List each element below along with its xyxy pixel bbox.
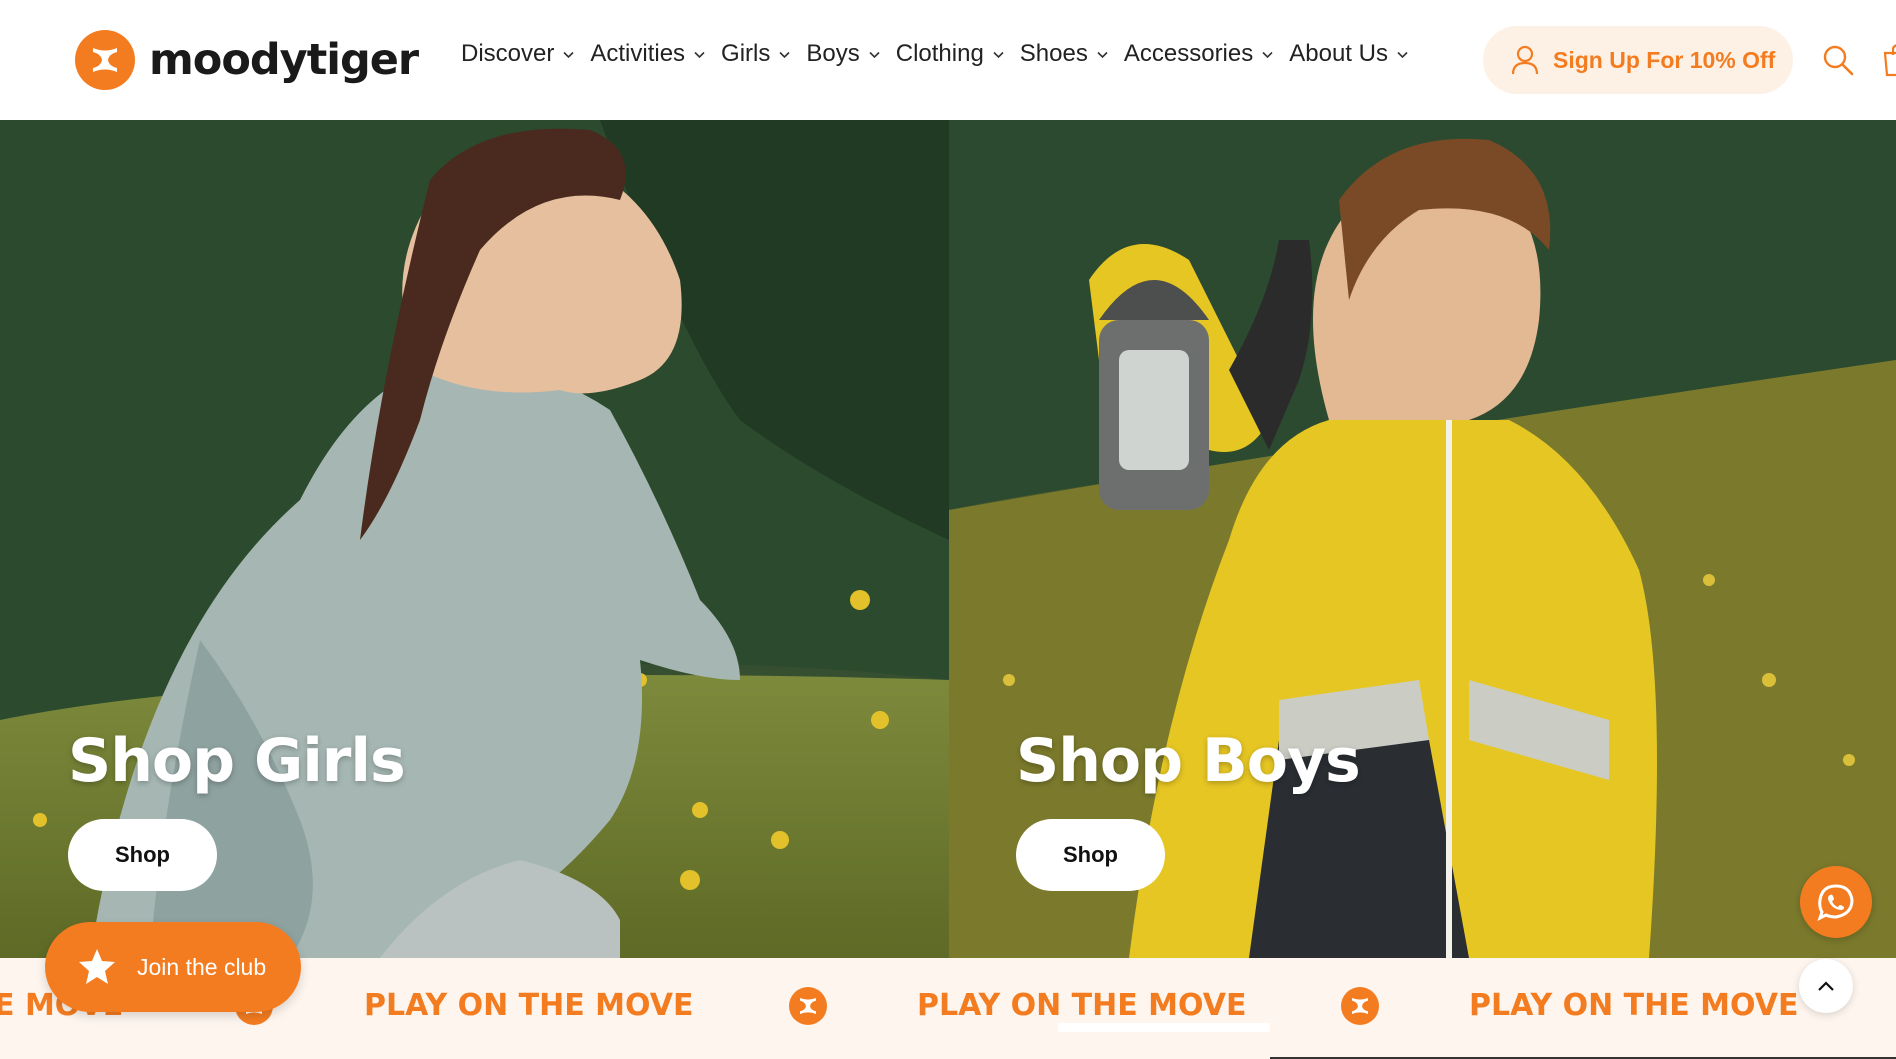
brand-logo[interactable]: moodytiger: [75, 30, 419, 90]
shop-girls-button[interactable]: Shop: [68, 819, 217, 891]
chevron-down-icon: [1097, 49, 1108, 60]
nav-label: Boys: [806, 40, 860, 67]
nav-item-boys[interactable]: Boys: [806, 40, 880, 68]
marquee-text: PLAY ON THE MOVE: [364, 988, 694, 1023]
marquee-text: PLAY ON THE MOVE: [917, 988, 1247, 1023]
chevron-down-icon: [779, 49, 790, 60]
chevron-down-icon: [869, 49, 880, 60]
nav-item-girls[interactable]: Girls: [721, 40, 790, 68]
cart-icon[interactable]: [1882, 43, 1896, 77]
slider-indicator: [1058, 1023, 1270, 1032]
tiger-logo-icon: [75, 30, 135, 90]
nav-label: Shoes: [1019, 40, 1088, 67]
tiger-logo-icon: [1341, 987, 1379, 1025]
chevron-down-icon: [1397, 49, 1408, 60]
hero-panel-boys: Shop Boys Shop: [949, 120, 1896, 958]
chevron-down-icon: [993, 49, 1004, 60]
brand-name: moodytiger: [149, 35, 419, 85]
hero-banner: Shop Girls Shop Shop Boys Shop: [0, 120, 1896, 958]
signup-discount-button[interactable]: Sign Up For 10% Off: [1483, 26, 1793, 94]
shop-girls-title: Shop Girls: [68, 726, 406, 796]
nav-item-clothing[interactable]: Clothing: [896, 40, 1004, 68]
chevron-up-icon[interactable]: [1799, 959, 1853, 1013]
join-club-button[interactable]: Join the club: [45, 922, 301, 1012]
nav-item-shoes[interactable]: Shoes: [1020, 40, 1108, 68]
search-icon[interactable]: [1822, 44, 1854, 76]
star-icon: [79, 949, 115, 984]
signup-label: Sign Up For 10% Off: [1553, 46, 1776, 73]
chevron-down-icon: [563, 49, 574, 60]
shop-boys-button[interactable]: Shop: [1016, 819, 1165, 891]
chevron-down-icon: [694, 49, 705, 60]
nav-label: Girls: [721, 40, 771, 67]
user-icon: [1511, 45, 1539, 75]
hero-panel-girls: Shop Girls Shop: [0, 120, 949, 958]
nav-label: Activities: [590, 40, 686, 67]
tiger-logo-icon: [789, 987, 827, 1025]
nav-label: Discover: [461, 40, 555, 67]
nav-item-activities[interactable]: Activities: [590, 40, 705, 68]
nav-item-discover[interactable]: Discover: [461, 40, 574, 68]
chevron-down-icon: [1262, 49, 1273, 60]
main-nav: Discover Activities Girls Boys Clothing …: [461, 40, 1424, 68]
nav-label: Accessories: [1123, 40, 1254, 67]
nav-label: About Us: [1289, 40, 1388, 67]
shop-boys-title: Shop Boys: [1016, 726, 1361, 796]
marquee-text: PLAY ON THE MOVE: [1469, 988, 1799, 1023]
nav-item-accessories[interactable]: Accessories: [1124, 40, 1273, 68]
site-header: moodytiger Discover Activities Girls Boy…: [0, 0, 1896, 120]
whatsapp-icon[interactable]: [1800, 866, 1872, 938]
nav-label: Clothing: [895, 40, 984, 67]
nav-item-about-us[interactable]: About Us: [1289, 40, 1408, 68]
join-club-label: Join the club: [137, 953, 267, 980]
